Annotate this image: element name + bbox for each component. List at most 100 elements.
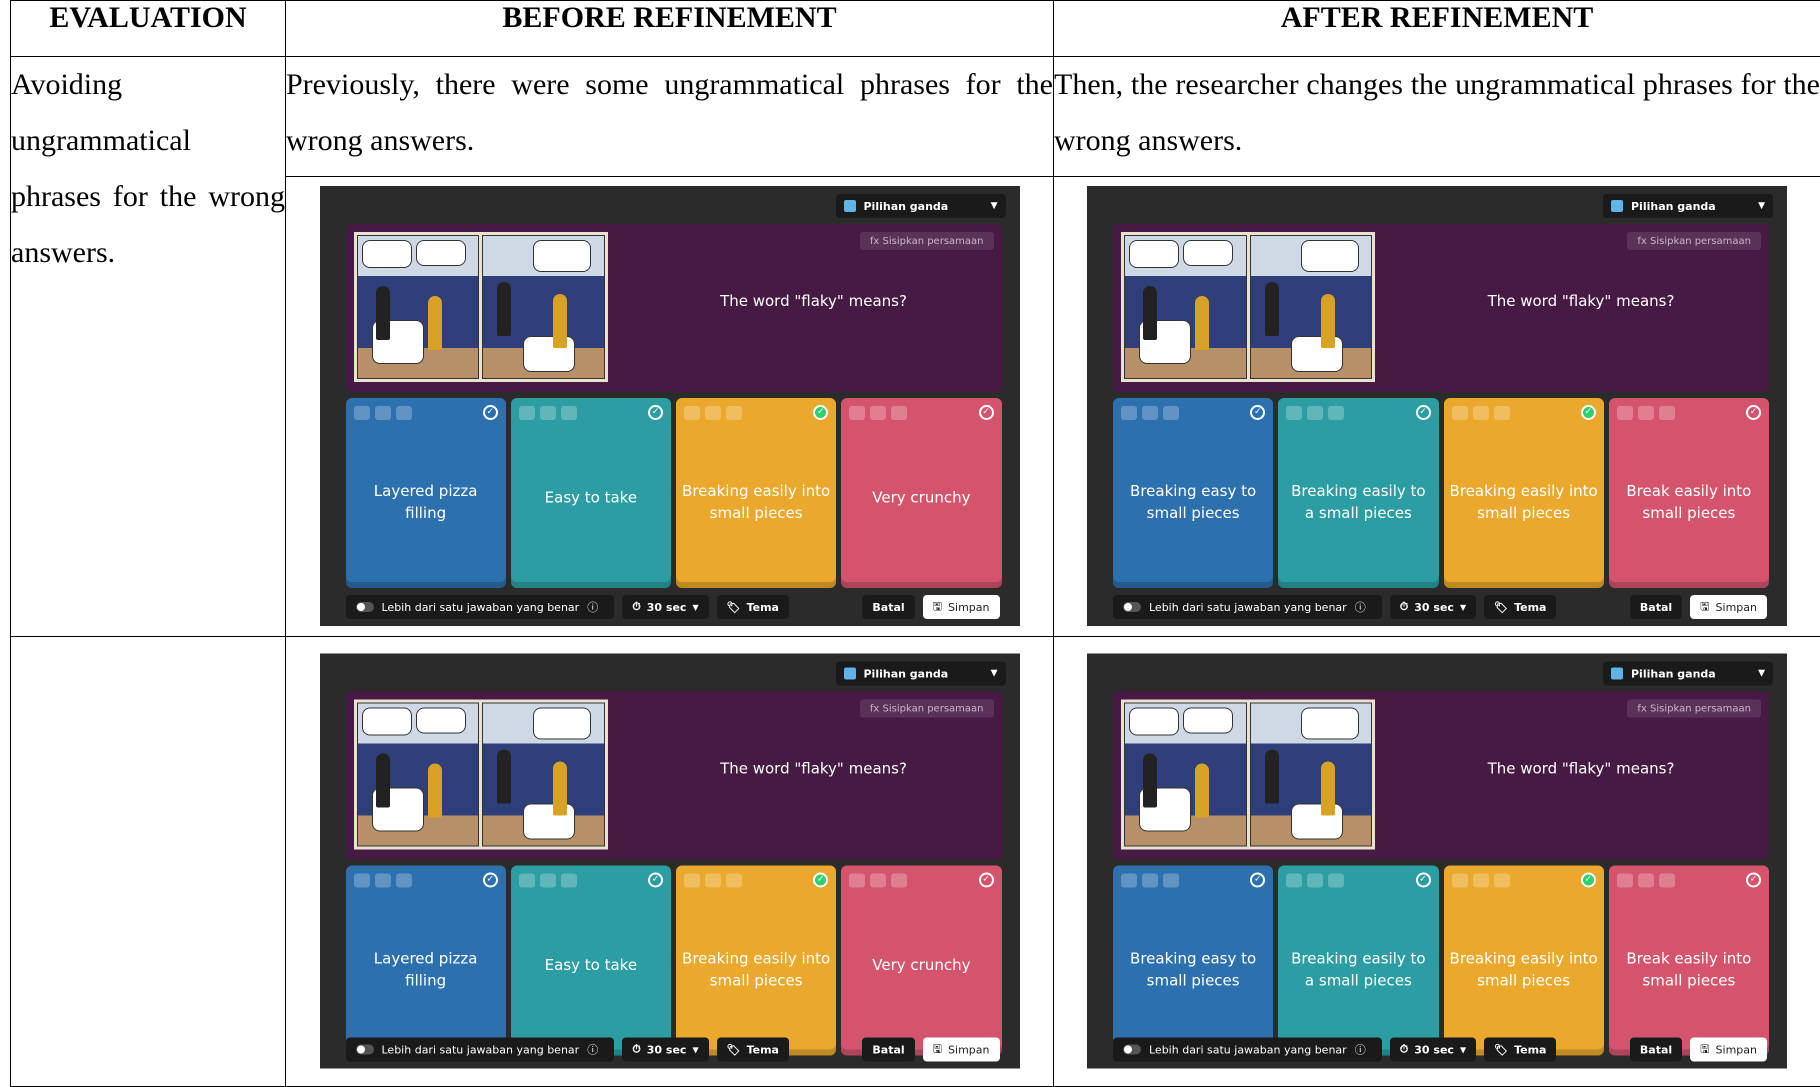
question-type-dropdown[interactable]: Pilihan ganda ▼ (1603, 661, 1773, 686)
answer-text[interactable]: Breaking easily into small pieces (1450, 948, 1598, 992)
answer-text[interactable]: Layered pizza filling (352, 948, 500, 992)
correct-answer-check-icon[interactable]: ✓ (1415, 405, 1431, 421)
delete-icon[interactable] (518, 406, 535, 421)
formula-icon[interactable] (1493, 873, 1510, 888)
theme-button[interactable]: 🏷 Tema (716, 595, 789, 620)
answer-option-2[interactable]: ✓ Easy to take (510, 398, 671, 589)
cancel-button[interactable]: Batal (1629, 1037, 1683, 1062)
delete-icon[interactable] (1451, 873, 1468, 888)
image-icon[interactable] (1637, 873, 1654, 888)
answer-option-1[interactable]: ✓ Breaking easy to small pieces (1113, 865, 1274, 1056)
question-text[interactable]: The word "flaky" means? (1403, 760, 1759, 778)
answer-option-2[interactable]: ✓ Breaking easily to a small pieces (1278, 398, 1439, 589)
answer-option-2[interactable]: ✓ Easy to take (510, 865, 671, 1056)
insert-formula-button[interactable]: fx Sisipkan persamaan (1627, 232, 1761, 251)
delete-icon[interactable] (518, 873, 535, 888)
formula-icon[interactable] (395, 406, 412, 421)
answer-option-2[interactable]: ✓ Breaking easily to a small pieces (1278, 865, 1439, 1056)
save-button[interactable]: 🖫 Simpan (922, 595, 1000, 620)
insert-formula-button[interactable]: fx Sisipkan persamaan (1627, 699, 1761, 718)
delete-icon[interactable] (353, 873, 370, 888)
delete-icon[interactable] (849, 406, 866, 421)
answer-option-4[interactable]: ✓ Break easily into small pieces (1608, 398, 1769, 589)
toggle-switch[interactable] (1123, 1044, 1141, 1055)
multi-answer-toggle[interactable]: Lebih dari satu jawaban yang benar ⓘ (345, 1037, 615, 1062)
image-icon[interactable] (705, 873, 721, 888)
delete-icon[interactable] (1121, 406, 1137, 421)
insert-formula-button[interactable]: fx Sisipkan persamaan (859, 232, 994, 251)
formula-icon[interactable] (560, 406, 577, 421)
cancel-button[interactable]: Batal (1629, 595, 1683, 620)
answer-option-1[interactable]: ✓ Breaking easy to small pieces (1113, 398, 1274, 589)
question-text[interactable]: The word "flaky" means? (636, 760, 992, 778)
answer-text[interactable]: Breaking easily to a small pieces (1284, 480, 1432, 524)
formula-icon[interactable] (726, 406, 742, 421)
delete-icon[interactable] (849, 873, 866, 888)
answer-option-3[interactable]: ✓ Breaking easily into small pieces (1443, 398, 1604, 589)
answer-text[interactable]: Very crunchy (847, 487, 995, 509)
answer-text[interactable]: Breaking easily into small pieces (682, 948, 830, 992)
image-icon[interactable] (1472, 873, 1489, 888)
delete-icon[interactable] (1451, 406, 1468, 421)
correct-answer-check-icon[interactable]: ✓ (1580, 872, 1596, 888)
formula-icon[interactable] (726, 873, 742, 888)
formula-icon[interactable] (1163, 406, 1179, 421)
image-icon[interactable] (1472, 406, 1489, 421)
theme-button[interactable]: 🏷 Tema (716, 1037, 789, 1062)
correct-answer-check-icon[interactable]: ✓ (813, 872, 829, 888)
image-icon[interactable] (1307, 873, 1324, 888)
delete-icon[interactable] (1286, 406, 1303, 421)
correct-answer-check-icon[interactable]: ✓ (813, 405, 829, 421)
correct-answer-check-icon[interactable]: ✓ (1415, 872, 1431, 888)
save-button[interactable]: 🖫 Simpan (1690, 1037, 1767, 1062)
image-icon[interactable] (374, 873, 391, 888)
theme-button[interactable]: 🏷 Tema (1484, 595, 1557, 620)
image-icon[interactable] (1142, 873, 1158, 888)
answer-text[interactable]: Easy to take (517, 487, 665, 509)
formula-icon[interactable] (1328, 873, 1345, 888)
multi-answer-toggle[interactable]: Lebih dari satu jawaban yang benar ⓘ (1113, 1037, 1382, 1062)
formula-icon[interactable] (1163, 873, 1179, 888)
correct-answer-check-icon[interactable]: ✓ (978, 405, 994, 421)
toggle-switch[interactable] (1123, 602, 1141, 613)
delete-icon[interactable] (1616, 873, 1633, 888)
image-icon[interactable] (870, 406, 887, 421)
formula-icon[interactable] (1658, 406, 1675, 421)
answer-text[interactable]: Breaking easily to a small pieces (1284, 948, 1432, 992)
cancel-button[interactable]: Batal (862, 1037, 915, 1062)
correct-answer-check-icon[interactable]: ✓ (648, 405, 663, 421)
answer-option-1[interactable]: ✓ Layered pizza filling (345, 398, 506, 589)
answer-text[interactable]: Very crunchy (847, 954, 995, 976)
image-icon[interactable] (870, 873, 887, 888)
correct-answer-check-icon[interactable]: ✓ (482, 872, 498, 888)
theme-button[interactable]: 🏷 Tema (1484, 1037, 1557, 1062)
formula-icon[interactable] (891, 406, 908, 421)
image-icon[interactable] (539, 406, 556, 421)
correct-answer-check-icon[interactable]: ✓ (648, 872, 663, 888)
answer-option-1[interactable]: ✓ Layered pizza filling (345, 865, 506, 1056)
formula-icon[interactable] (1328, 406, 1345, 421)
timer-dropdown[interactable]: ⏱ 30 sec ▼ (622, 595, 709, 620)
correct-answer-check-icon[interactable]: ✓ (482, 405, 498, 421)
timer-dropdown[interactable]: ⏱ 30 sec ▼ (1389, 595, 1477, 620)
formula-icon[interactable] (891, 873, 908, 888)
delete-icon[interactable] (1121, 873, 1137, 888)
answer-option-4[interactable]: ✓ Break easily into small pieces (1608, 865, 1769, 1056)
answer-text[interactable]: Easy to take (517, 954, 665, 976)
formula-icon[interactable] (1493, 406, 1510, 421)
answer-option-3[interactable]: ✓ Breaking easily into small pieces (676, 398, 837, 589)
multi-answer-toggle[interactable]: Lebih dari satu jawaban yang benar ⓘ (1113, 595, 1382, 620)
save-button[interactable]: 🖫 Simpan (922, 1037, 1000, 1062)
answer-text[interactable]: Breaking easy to small pieces (1119, 480, 1267, 524)
delete-icon[interactable] (353, 406, 370, 421)
delete-icon[interactable] (684, 873, 700, 888)
answer-option-4[interactable]: ✓ Very crunchy (841, 398, 1002, 589)
question-type-dropdown[interactable]: Pilihan ganda ▼ (1603, 194, 1773, 219)
image-icon[interactable] (374, 406, 391, 421)
cancel-button[interactable]: Batal (862, 595, 915, 620)
formula-icon[interactable] (560, 873, 577, 888)
correct-answer-check-icon[interactable]: ✓ (1580, 405, 1596, 421)
image-icon[interactable] (1307, 406, 1324, 421)
correct-answer-check-icon[interactable]: ✓ (1250, 405, 1266, 421)
answer-text[interactable]: Break easily into small pieces (1615, 480, 1763, 524)
